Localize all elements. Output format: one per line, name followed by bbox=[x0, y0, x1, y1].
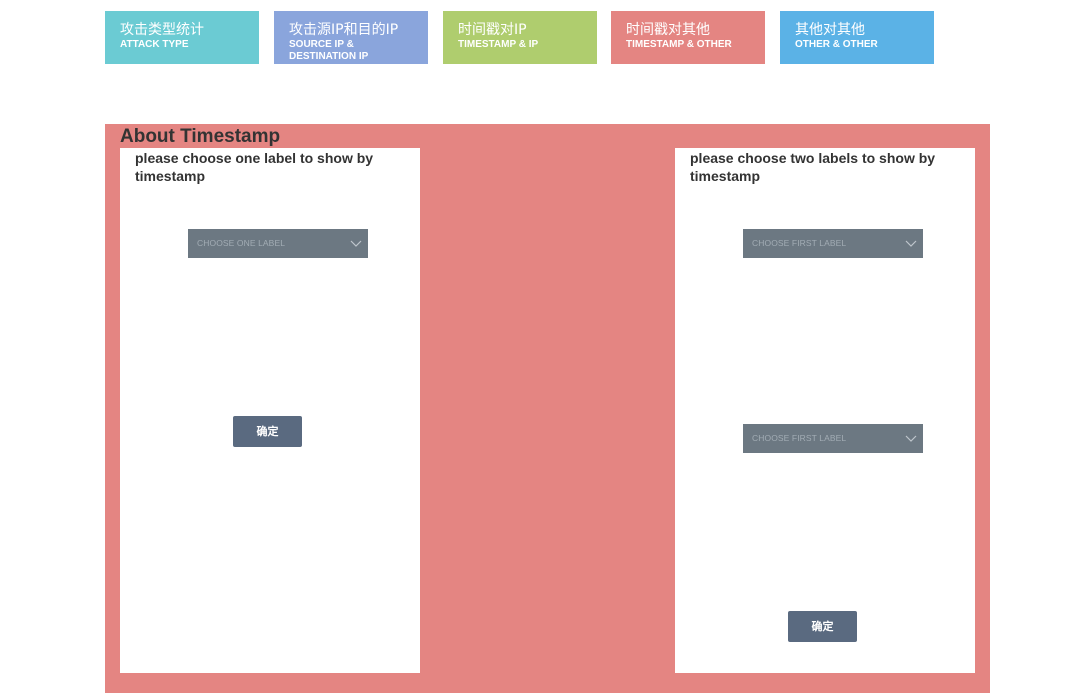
nav-tile-title: 时间戳对IP bbox=[458, 22, 527, 38]
card-heading: please choose one label to show by times… bbox=[135, 150, 374, 184]
select-placeholder: CHOOSE FIRST LABEL bbox=[752, 238, 847, 248]
card-heading: please choose two labels to show by time… bbox=[690, 150, 936, 184]
nav-tile-subtitle: OTHER & OTHER bbox=[795, 39, 878, 50]
nav-tile-title: 时间戳对其他 bbox=[626, 22, 710, 38]
nav-tile-timestamp-other[interactable]: 时间戳对其他 TIMESTAMP & OTHER bbox=[611, 11, 765, 64]
page: 攻击类型统计 ATTACK TYPE 攻击源IP和目的IP SOURCE IP … bbox=[0, 0, 1084, 693]
nav-tile-other-other[interactable]: 其他对其他 OTHER & OTHER bbox=[780, 11, 934, 64]
nav-tile-title: 攻击类型统计 bbox=[120, 22, 204, 38]
chevron-down-icon bbox=[905, 240, 917, 247]
panel-title: About Timestamp bbox=[120, 126, 281, 147]
first-label-select[interactable]: CHOOSE FIRST LABEL bbox=[743, 229, 923, 258]
nav-tile-timestamp-ip[interactable]: 时间戳对IP TIMESTAMP & IP bbox=[443, 11, 597, 64]
select-placeholder: CHOOSE ONE LABEL bbox=[197, 238, 286, 248]
single-label-card: please choose one label to show by times… bbox=[120, 148, 420, 673]
timestamp-panel: About Timestamp please choose one label … bbox=[105, 124, 990, 693]
second-label-select[interactable]: CHOOSE FIRST LABEL bbox=[743, 424, 923, 453]
nav-tile-title: 其他对其他 bbox=[795, 22, 865, 38]
confirm-button[interactable]: 确定 bbox=[788, 611, 857, 642]
nav-tile-subtitle: SOURCE IP & DESTINATION IP bbox=[289, 39, 369, 62]
label-select[interactable]: CHOOSE ONE LABEL bbox=[188, 229, 368, 258]
nav-tile-attack-type[interactable]: 攻击类型统计 ATTACK TYPE bbox=[105, 11, 259, 64]
nav-tile-subtitle: TIMESTAMP & OTHER bbox=[626, 39, 732, 50]
chevron-down-icon bbox=[350, 240, 362, 247]
nav-tile-subtitle: TIMESTAMP & IP bbox=[458, 39, 539, 50]
nav-tile-source-destination-ip[interactable]: 攻击源IP和目的IP SOURCE IP & DESTINATION IP bbox=[274, 11, 428, 64]
nav-tile-subtitle: ATTACK TYPE bbox=[120, 39, 189, 50]
chevron-down-icon bbox=[905, 435, 917, 442]
nav-tile-title: 攻击源IP和目的IP bbox=[289, 22, 399, 38]
confirm-button[interactable]: 确定 bbox=[233, 416, 302, 447]
select-placeholder: CHOOSE FIRST LABEL bbox=[752, 433, 847, 443]
two-label-card: please choose two labels to show by time… bbox=[675, 148, 975, 673]
